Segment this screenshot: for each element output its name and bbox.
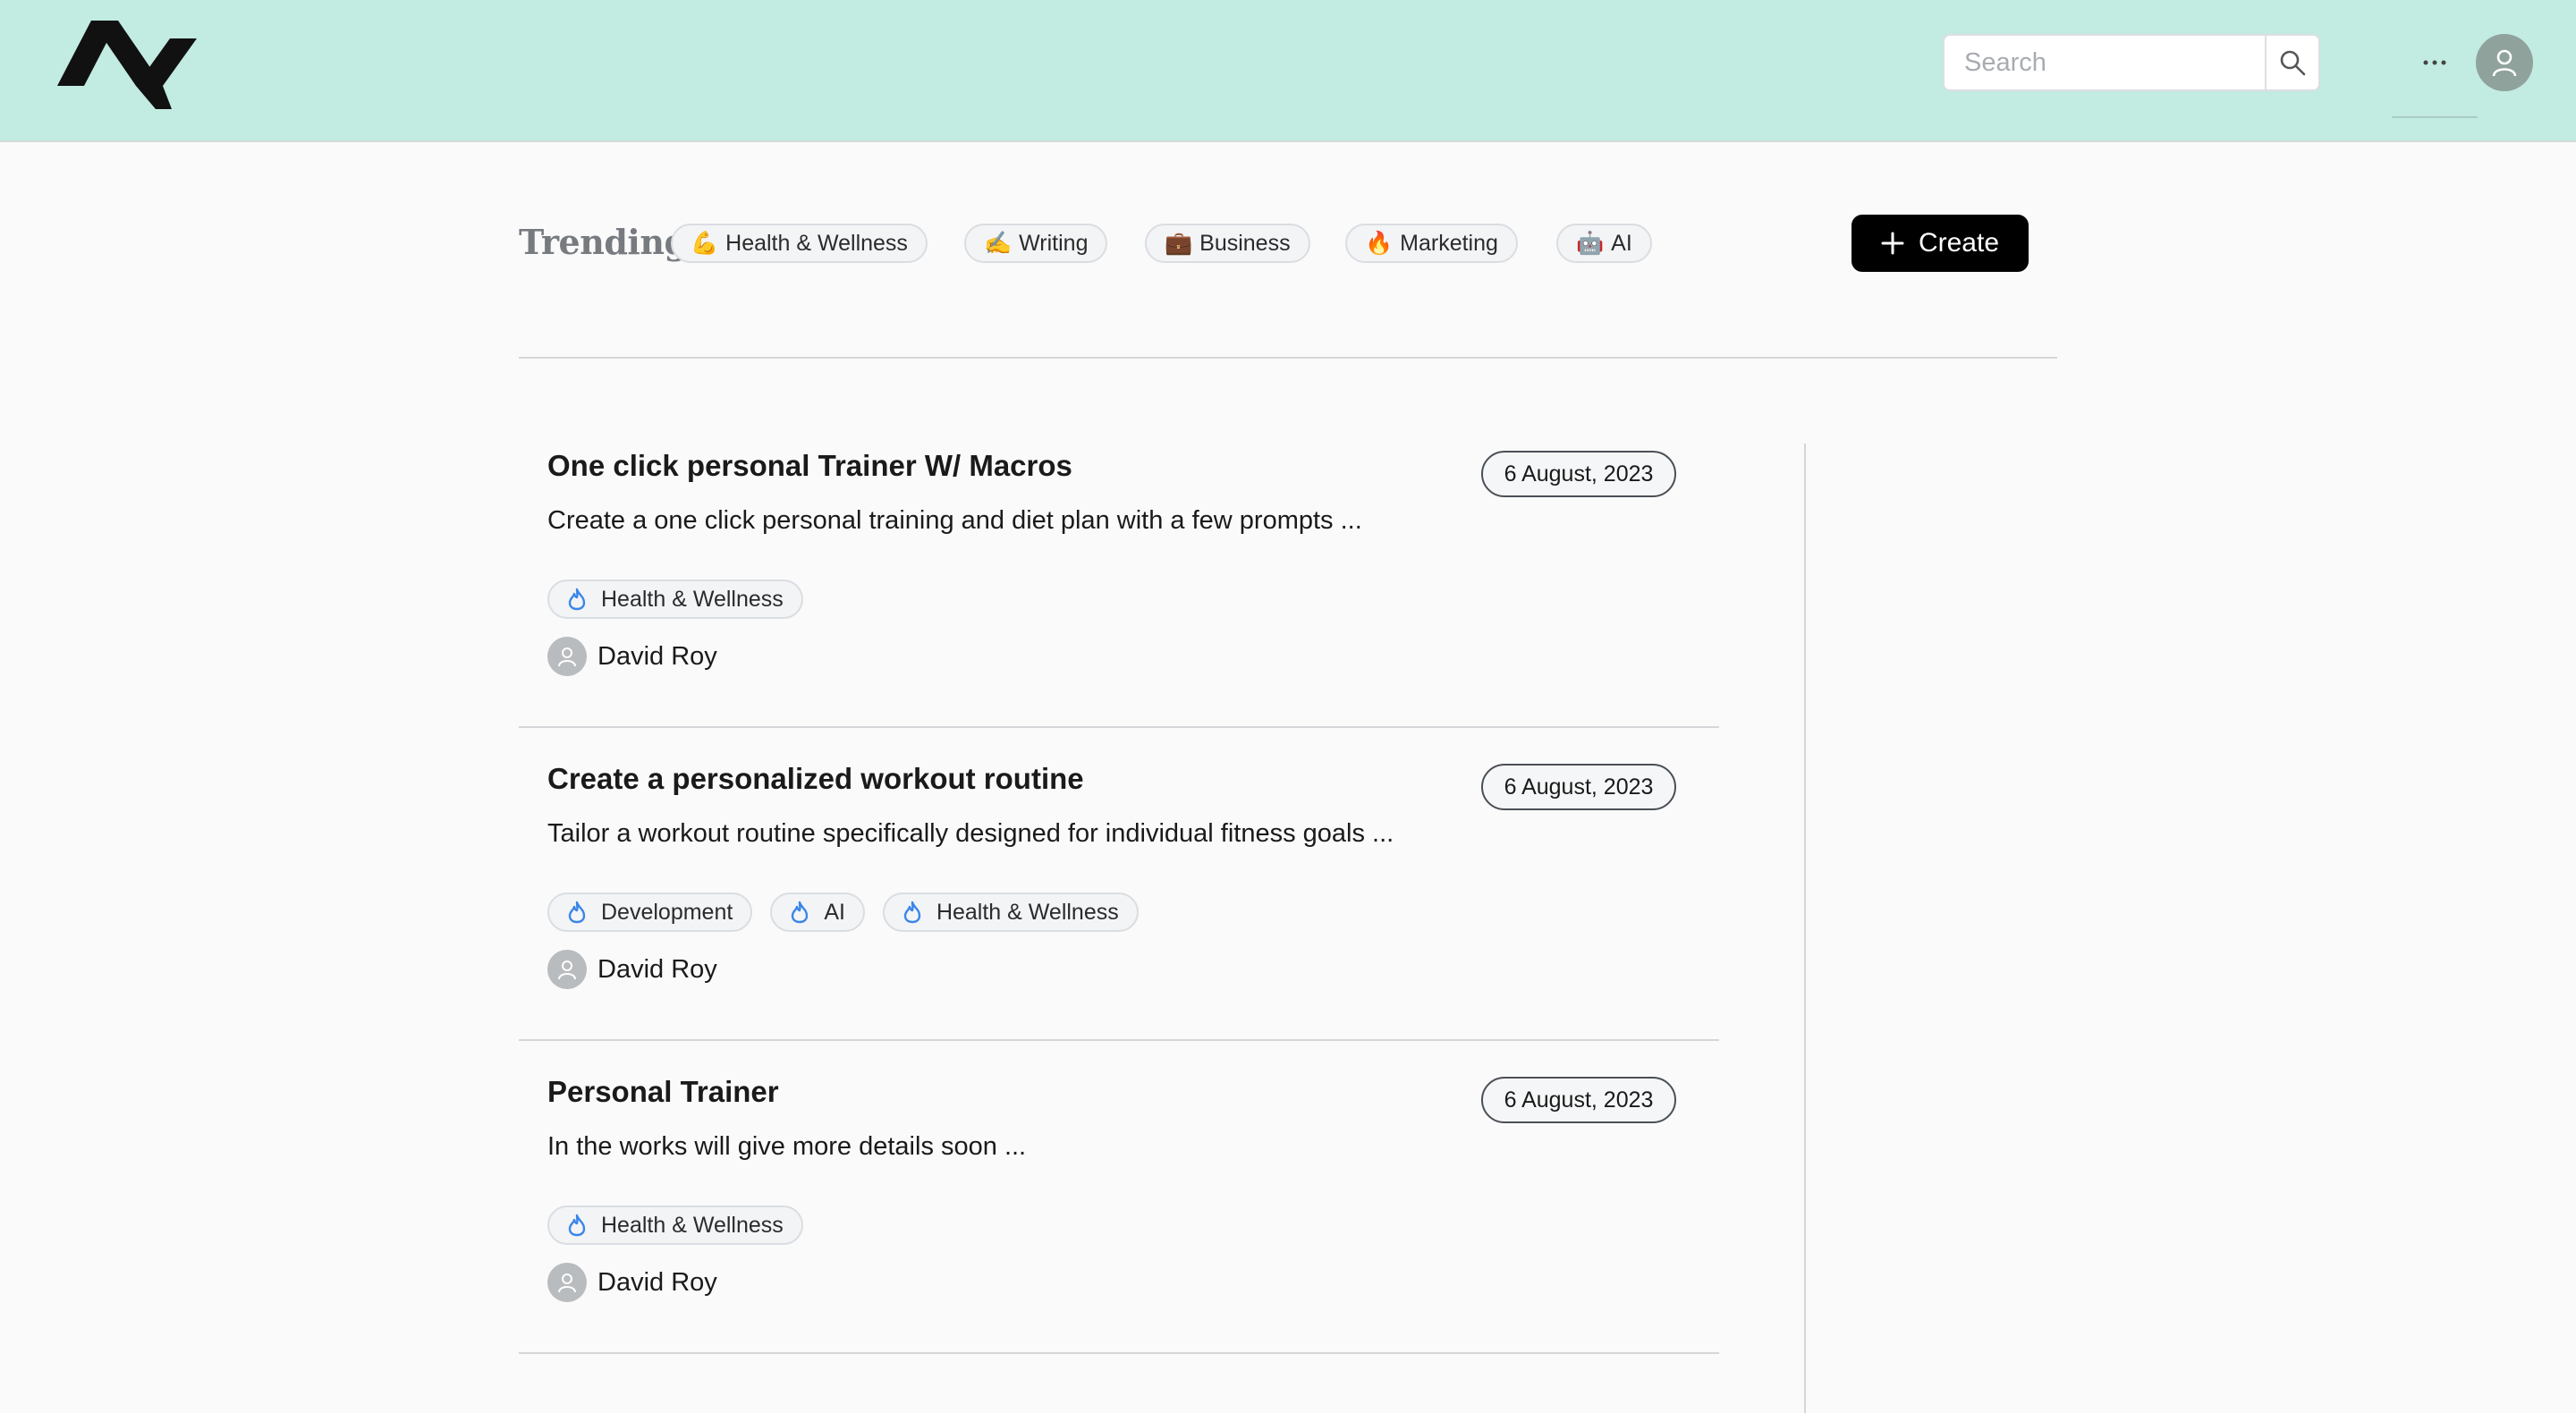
tag-chip[interactable]: Health & Wellness (547, 1206, 803, 1245)
author-name: David Roy (597, 1267, 717, 1297)
tag-chip[interactable]: Health & Wellness (547, 580, 803, 619)
create-button[interactable]: Create (1852, 215, 2029, 272)
tag-label: Development (601, 899, 733, 925)
post-description: In the works will give more details soon… (547, 1132, 1027, 1161)
menu-underline (2392, 116, 2478, 118)
post-description: Tailor a workout routine specifically de… (547, 819, 1394, 848)
column-divider (1804, 444, 1806, 1413)
chip-label: Business (1199, 230, 1291, 256)
post-title[interactable]: One click personal Trainer W/ Macros (547, 449, 1072, 483)
post-title[interactable]: Personal Trainer (547, 1075, 779, 1109)
tag-chip[interactable]: AI (770, 893, 865, 932)
chip-label: Health & Wellness (725, 230, 908, 256)
user-icon (2492, 49, 2517, 77)
briefcase-icon: 💼 (1165, 230, 1193, 256)
flame-icon (568, 1214, 586, 1237)
avatar (547, 950, 587, 989)
user-icon (558, 1273, 576, 1293)
tag-label: Health & Wellness (601, 1212, 784, 1238)
avatar (547, 1263, 587, 1302)
writing-hand-icon: ✍️ (984, 230, 1013, 256)
post-date-badge: 6 August, 2023 (1481, 764, 1676, 810)
flame-icon (568, 588, 586, 611)
trending-label: Trending (519, 222, 688, 262)
post-card: One click personal Trainer W/ Macros 6 A… (519, 415, 1719, 728)
user-icon (558, 647, 576, 667)
post-title[interactable]: Create a personalized workout routine (547, 762, 1084, 796)
post-author[interactable]: David Roy (547, 1263, 717, 1302)
trending-chip-ai[interactable]: 🤖 AI (1556, 224, 1652, 263)
top-header (0, 0, 2576, 142)
post-date-badge: 6 August, 2023 (1481, 451, 1676, 497)
tag-label: AI (824, 899, 845, 925)
divider (519, 357, 2057, 359)
page: Trending 💪 Health & Wellness ✍️ Writing … (0, 0, 2576, 1413)
post-tags: Health & Wellness (547, 1206, 803, 1245)
post-card: Personal Trainer 6 August, 2023 In the w… (519, 1041, 1719, 1354)
author-name: David Roy (597, 641, 717, 671)
flame-icon (792, 901, 809, 924)
tag-label: Health & Wellness (936, 899, 1119, 925)
tag-chip[interactable]: Development (547, 893, 753, 932)
flame-icon (568, 901, 586, 924)
more-options-button[interactable] (2406, 36, 2463, 89)
trending-chip-business[interactable]: 💼 Business (1145, 224, 1310, 263)
robot-icon: 🤖 (1576, 230, 1605, 256)
create-button-label: Create (1918, 228, 2000, 258)
post-author[interactable]: David Roy (547, 637, 717, 676)
fire-icon: 🔥 (1365, 230, 1394, 256)
flame-icon (903, 901, 921, 924)
trending-chip-health-wellness[interactable]: 💪 Health & Wellness (671, 224, 928, 263)
user-icon (558, 960, 576, 980)
chip-label: Marketing (1400, 230, 1498, 256)
plus-icon (1881, 232, 1904, 255)
post-date-badge: 6 August, 2023 (1481, 1077, 1676, 1123)
user-avatar-button[interactable] (2476, 34, 2533, 91)
chip-label: AI (1611, 230, 1632, 256)
search-icon[interactable] (2265, 36, 2318, 89)
author-name: David Roy (597, 954, 717, 984)
trending-chip-writing[interactable]: ✍️ Writing (964, 224, 1108, 263)
avatar (547, 637, 587, 676)
search-box (1943, 34, 2320, 91)
tag-chip[interactable]: Health & Wellness (882, 893, 1139, 932)
zigzag-logo-icon[interactable] (54, 16, 206, 113)
post-tags: Development AI Health & Wellness (547, 893, 1139, 932)
post-card: Create a personalized workout routine 6 … (519, 728, 1719, 1041)
trending-chip-marketing[interactable]: 🔥 Marketing (1345, 224, 1518, 263)
post-author[interactable]: David Roy (547, 950, 717, 989)
post-description: Create a one click personal training and… (547, 506, 1362, 535)
flexed-biceps-icon: 💪 (691, 230, 719, 256)
tag-label: Health & Wellness (601, 586, 784, 612)
more-dots-icon (2423, 60, 2446, 65)
search-input[interactable] (1945, 36, 2265, 89)
chip-label: Writing (1019, 230, 1089, 256)
post-tags: Health & Wellness (547, 580, 803, 619)
